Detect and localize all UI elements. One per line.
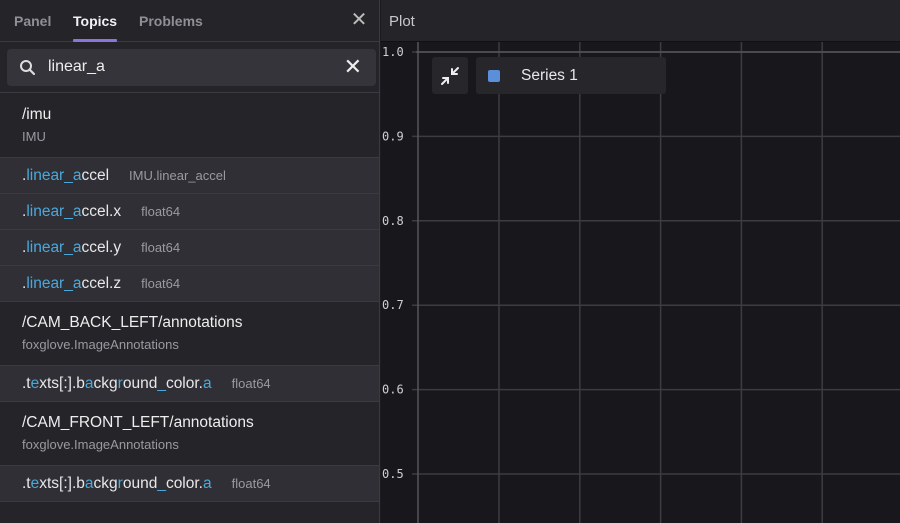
field-type: float64 [141,204,181,219]
path-segment: ccel.x [81,203,122,220]
topic-list[interactable]: /imu IMU .linear_accel IMU.linear_accel .lin… [0,94,379,502]
shrink-arrows-icon [441,67,459,85]
tab-topics[interactable]: Topics [73,13,118,42]
series-color-swatch [488,70,500,82]
topic-type: foxglove.ImageAnnotations [22,437,179,452]
path-segment: ckg [93,375,118,392]
path-segment: color. [165,375,203,392]
topic-search: ✕ [7,49,376,86]
y-tick-label: 1.0 [382,45,404,59]
match-highlight: _ [157,475,166,492]
clear-search-button[interactable]: ✕ [344,56,362,78]
match-highlight: e [30,375,40,392]
topic-row[interactable]: /CAM_BACK_LEFT/annotations foxglove.Image… [0,302,379,366]
match-highlight: _ [157,375,166,392]
field-type: float64 [141,240,181,255]
topic-name: /CAM_BACK_LEFT/annotations [22,314,243,331]
search-input[interactable] [48,56,328,78]
path-segment: xts[:].b [39,375,85,392]
topic-name: /imu [22,106,52,123]
topic-type: foxglove.ImageAnnotations [22,337,179,352]
path-segment: color. [165,475,203,492]
match-highlight: linear_a [26,239,82,256]
tab-problems[interactable]: Problems [139,13,203,29]
field-row[interactable]: .linear_accel.x float64 [0,194,379,230]
plot-panel: Plot 1.0 0.9 0.8 0.7 0.6 0.5 Series 1 [381,0,900,523]
match-highlight: a [84,475,94,492]
match-highlight: linear_a [26,203,82,220]
field-path: .linear_accel.z [22,275,121,292]
y-tick-label: 0.7 [382,298,404,312]
field-path: .texts[:].background_color.a [22,475,212,492]
y-tick-label: 0.9 [382,129,404,143]
field-row[interactable]: .texts[:].background_color.a float64 [0,366,379,402]
path-segment: xts[:].b [39,475,85,492]
sidebar-tabs: Panel Topics Problems ✕ [0,0,379,42]
field-path: .linear_accel.y [22,239,121,256]
y-tick-label: 0.8 [382,214,404,228]
plot-title: Plot [381,0,900,42]
search-icon [20,60,36,76]
legend-label: Series 1 [521,67,578,84]
match-highlight: a [203,375,212,392]
plot-area[interactable]: 1.0 0.9 0.8 0.7 0.6 0.5 [381,42,900,523]
match-highlight: linear_a [26,275,82,292]
collapse-legend-button[interactable] [432,57,468,94]
path-segment: ccel [81,167,110,184]
field-type: float64 [231,376,271,391]
path-segment: .t [22,475,31,492]
y-tick-label: 0.5 [382,467,404,481]
match-highlight: a [203,475,212,492]
topic-name: /CAM_FRONT_LEFT/annotations [22,414,254,431]
field-type: float64 [141,276,181,291]
path-segment: ound [122,375,158,392]
field-type: IMU.linear_accel [129,168,226,183]
match-highlight: linear_a [26,167,82,184]
field-row[interactable]: .linear_accel.z float64 [0,266,379,302]
topic-row[interactable]: /imu IMU [0,94,379,158]
field-row[interactable]: .linear_accel IMU.linear_accel [0,158,379,194]
field-row[interactable]: .linear_accel.y float64 [0,230,379,266]
field-row[interactable]: .texts[:].background_color.a float64 [0,466,379,502]
y-tick-label: 0.6 [382,383,404,397]
field-path: .linear_accel [22,167,109,184]
match-highlight: e [30,475,40,492]
path-segment: ound [122,475,158,492]
path-segment: ccel.z [81,275,122,292]
topic-row[interactable]: /CAM_FRONT_LEFT/annotations foxglove.Imag… [0,402,379,466]
topic-type: IMU [22,129,46,144]
path-segment: ccel.y [81,239,122,256]
path-segment: ckg [93,475,118,492]
field-path: .linear_accel.x [22,203,121,220]
divider [0,92,380,93]
path-segment: .t [22,375,31,392]
close-sidebar-button[interactable]: ✕ [349,10,369,30]
match-highlight: a [84,375,94,392]
tab-panel[interactable]: Panel [14,13,51,29]
legend-item-series-1[interactable]: Series 1 [476,57,666,94]
sidebar-panel: Panel Topics Problems ✕ ✕ /imuIMU.linear… [0,0,380,523]
field-type: float64 [231,476,271,491]
field-path: .texts[:].background_color.a [22,375,212,392]
